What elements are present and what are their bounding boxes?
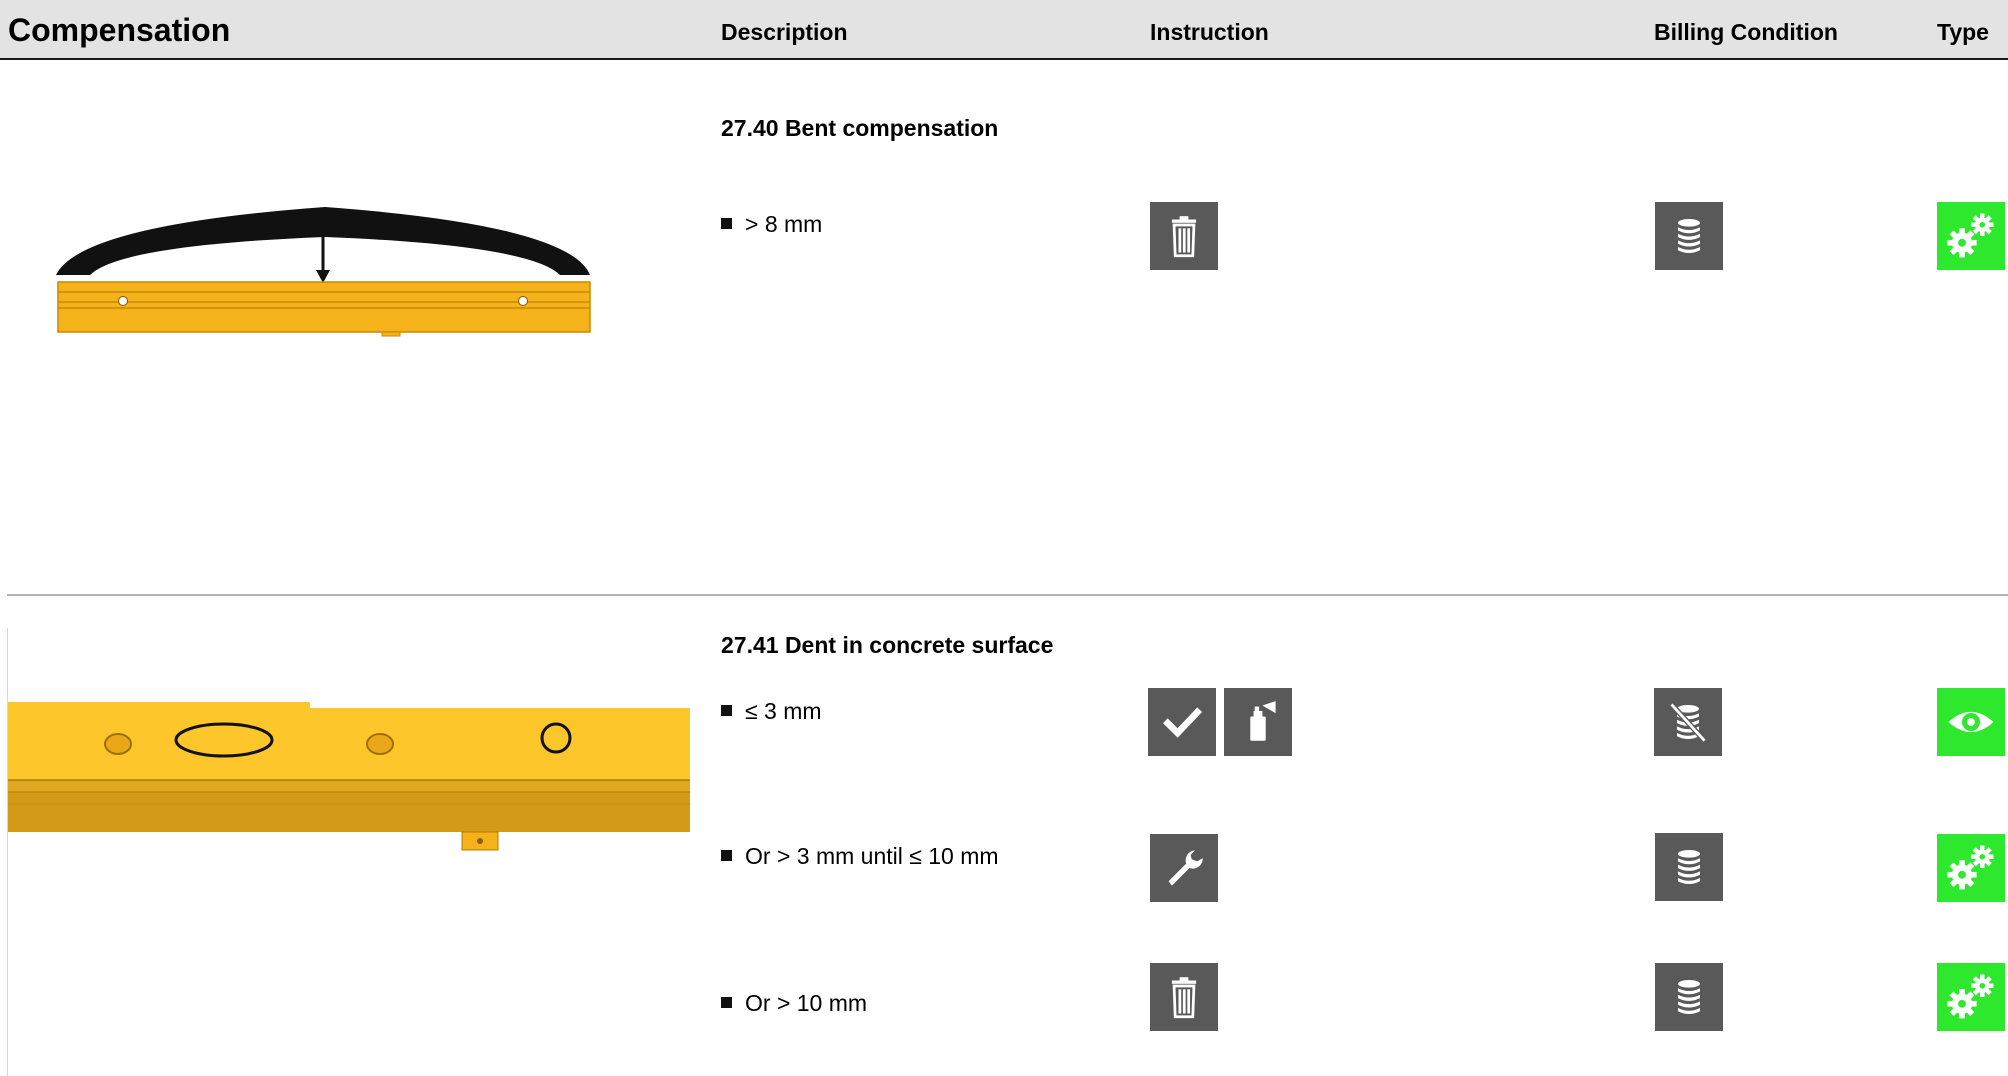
coin-stack-icon xyxy=(1655,963,1723,1031)
bullet xyxy=(721,705,732,716)
bullet xyxy=(721,997,732,1008)
list-item: > 8 mm xyxy=(721,211,822,238)
gears-icon xyxy=(1937,202,2005,270)
list-item: ≤ 3 mm xyxy=(721,698,822,725)
list-item: Or > 3 mm until ≤ 10 mm xyxy=(721,843,999,870)
list-item-text: > 8 mm xyxy=(745,211,823,237)
bullet xyxy=(721,850,732,861)
column-header-type: Type xyxy=(1937,19,1989,45)
list-item-text: Or > 3 mm until ≤ 10 mm xyxy=(745,843,999,869)
list-item-text: ≤ 3 mm xyxy=(745,698,822,724)
bent-compensation-illustration xyxy=(56,207,591,337)
coin-stack-icon xyxy=(1655,202,1723,270)
page-title: Compensation xyxy=(8,12,231,48)
gears-icon xyxy=(1937,834,2005,902)
trash-icon xyxy=(1150,202,1218,270)
column-header-billing-condition: Billing Condition xyxy=(1654,19,1838,45)
table-header: Compensation Description Instruction Bil… xyxy=(0,0,2008,60)
gears-icon xyxy=(1937,963,2005,1031)
checkmark-icon xyxy=(1148,688,1216,756)
section-title: 27.40 Bent compensation xyxy=(721,115,999,141)
dent-in-concrete-illustration xyxy=(8,702,690,851)
coin-stack-crossed-icon xyxy=(1654,688,1722,756)
trash-icon xyxy=(1150,963,1218,1031)
wrench-icon xyxy=(1150,834,1218,902)
list-item-text: Or > 10 mm xyxy=(745,990,868,1016)
column-header-instruction: Instruction xyxy=(1150,19,1269,45)
column-header-description: Description xyxy=(721,19,848,45)
section-title: 27.41 Dent in concrete surface xyxy=(721,632,1054,658)
list-item: Or > 10 mm xyxy=(721,990,867,1017)
coin-stack-icon xyxy=(1655,833,1723,901)
eye-icon xyxy=(1937,688,2005,756)
bullet xyxy=(721,218,732,229)
spray-can-icon xyxy=(1224,688,1292,756)
section-divider xyxy=(7,594,2008,596)
